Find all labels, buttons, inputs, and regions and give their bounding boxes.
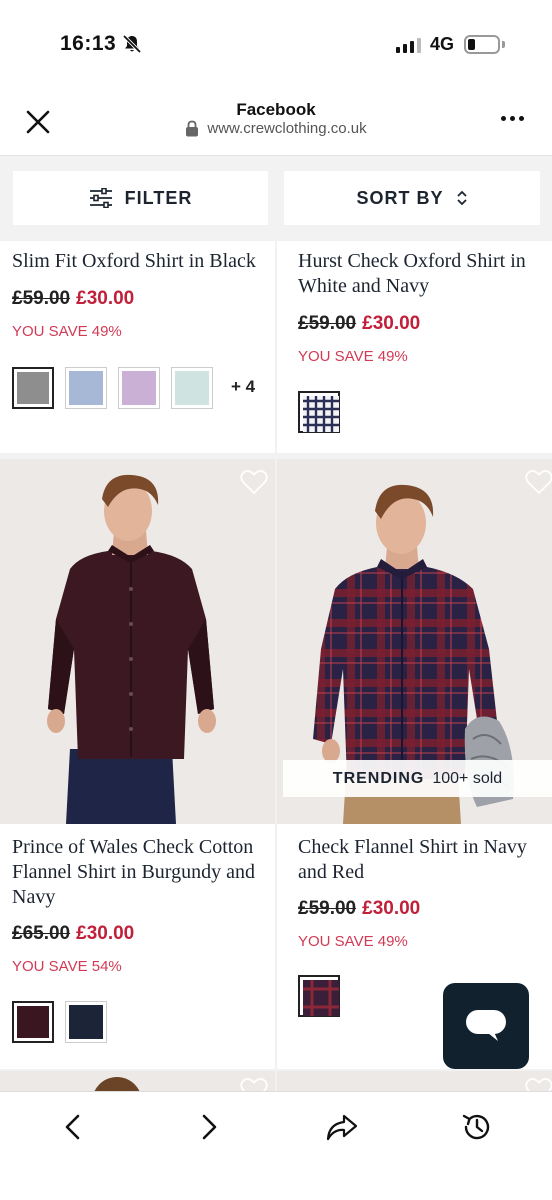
price-row: £59.00 £30.00 [12, 288, 134, 310]
savings-text: YOU SAVE 49% [298, 933, 408, 950]
price-row: £59.00 £30.00 [298, 313, 420, 335]
price-row: £65.00 £30.00 [12, 923, 134, 945]
product-card[interactable] [0, 1071, 275, 1091]
chat-bubble-icon [466, 1010, 506, 1041]
sliders-icon [89, 188, 112, 208]
color-swatch[interactable] [298, 975, 340, 1017]
heart-icon[interactable] [525, 469, 552, 495]
model-photo [0, 459, 275, 824]
product-name[interactable]: Slim Fit Oxford Shirt in Black [12, 249, 272, 274]
old-price: £59.00 [298, 313, 357, 334]
lock-icon [186, 120, 199, 137]
color-swatch[interactable] [12, 367, 54, 409]
product-card[interactable] [277, 1071, 552, 1091]
check-pattern [303, 980, 339, 1016]
product-card[interactable]: TRENDING 100+ sold Check Flannel Shirt i… [277, 459, 552, 1069]
product-name[interactable]: Hurst Check Oxford Shirt in White and Na… [298, 249, 552, 299]
filter-label: FILTER [124, 187, 193, 208]
sort-label: SORT BY [356, 187, 444, 208]
back-icon[interactable] [56, 1110, 90, 1144]
trending-count: 100+ sold [432, 769, 503, 787]
color-swatch[interactable] [65, 367, 107, 409]
trending-label: TRENDING [332, 769, 425, 787]
product-name[interactable]: Prince of Wales Check Cotton Flannel Shi… [12, 835, 272, 910]
url-text: www.crewclothing.co.uk [207, 120, 367, 137]
signal-icon [396, 38, 421, 53]
savings-text: YOU SAVE 49% [12, 323, 122, 340]
url-row: www.crewclothing.co.uk [0, 120, 552, 137]
heart-icon[interactable] [525, 1077, 552, 1091]
bell-off-icon [122, 34, 142, 54]
price-row: £59.00 £30.00 [298, 898, 420, 920]
product-card[interactable]: Hurst Check Oxford Shirt in White and Na… [277, 241, 552, 453]
browser-header: Facebook www.crewclothing.co.uk [0, 84, 552, 156]
more-swatches-count[interactable]: + 4 [231, 377, 255, 397]
status-time: 16:13 [60, 32, 117, 55]
filter-sort-bar: FILTER SORT BY [0, 157, 552, 241]
filter-button[interactable]: FILTER [13, 171, 268, 225]
more-options-icon[interactable] [501, 116, 524, 121]
sale-price: £30.00 [362, 898, 421, 919]
heart-icon[interactable] [240, 1077, 268, 1091]
status-bar: 16:13 4G [0, 0, 552, 84]
color-swatch[interactable] [298, 391, 340, 433]
sale-price: £30.00 [362, 313, 421, 334]
check-pattern [303, 396, 339, 432]
browser-title: Facebook [236, 100, 316, 119]
color-swatch[interactable] [171, 367, 213, 409]
color-swatch[interactable] [12, 1001, 54, 1043]
chat-button[interactable] [443, 983, 529, 1069]
product-image[interactable]: TRENDING 100+ sold [277, 459, 552, 824]
sale-price: £30.00 [76, 288, 135, 309]
savings-text: YOU SAVE 49% [298, 348, 408, 365]
savings-text: YOU SAVE 54% [12, 958, 122, 975]
sale-price: £30.00 [76, 923, 135, 944]
forward-icon[interactable] [192, 1110, 226, 1144]
old-price: £59.00 [12, 288, 71, 309]
heart-icon[interactable] [240, 469, 268, 495]
color-swatch[interactable] [65, 1001, 107, 1043]
old-price: £59.00 [298, 898, 357, 919]
product-card[interactable]: Prince of Wales Check Cotton Flannel Shi… [0, 459, 275, 1069]
history-icon[interactable] [460, 1110, 494, 1144]
sort-button[interactable]: SORT BY [284, 171, 540, 225]
trending-badge: TRENDING 100+ sold [283, 760, 552, 797]
sort-chevrons-icon [456, 190, 467, 206]
old-price: £65.00 [12, 923, 71, 944]
network-type: 4G [430, 34, 455, 54]
share-icon[interactable] [325, 1110, 359, 1144]
product-card[interactable]: Slim Fit Oxford Shirt in Black £59.00 £30… [0, 241, 275, 453]
color-swatch[interactable] [118, 367, 160, 409]
battery-icon [464, 35, 500, 54]
product-name[interactable]: Check Flannel Shirt in Navy and Red [298, 835, 552, 885]
product-grid: Slim Fit Oxford Shirt in Black £59.00 £30… [0, 241, 552, 1091]
browser-bottom-bar [0, 1091, 552, 1200]
product-image[interactable] [0, 459, 275, 824]
